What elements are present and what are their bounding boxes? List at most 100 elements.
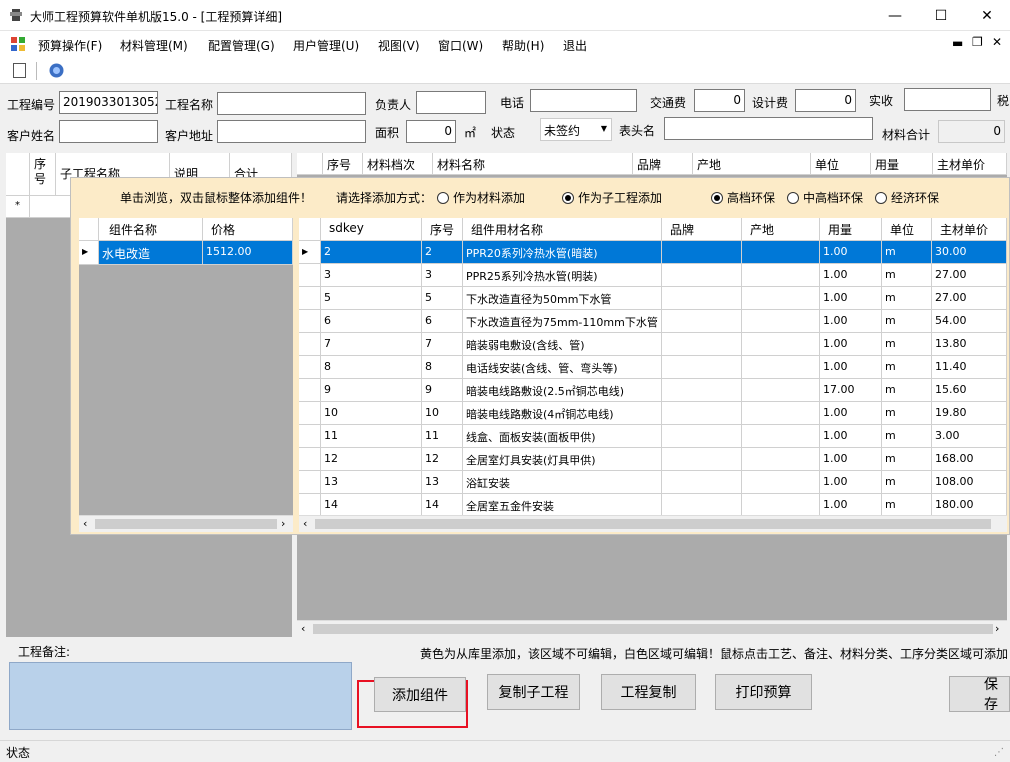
col-header-unit[interactable]: 单位	[882, 218, 932, 241]
material-row[interactable]: 11 11 线盒、面板安装(面板甲供) 1.00 m 3.00	[299, 425, 1007, 448]
material-grid-hscrollbar[interactable]: ‹ ›	[297, 620, 1007, 637]
cell-no: 14	[422, 494, 463, 517]
scroll-thumb[interactable]	[315, 519, 991, 529]
customer-name-field[interactable]	[59, 120, 158, 143]
material-row[interactable]: 8 8 电话线安装(含线、管、弯头等) 1.00 m 11.40	[299, 356, 1007, 379]
customer-addr-field[interactable]	[217, 120, 366, 143]
component-row[interactable]: 水电改造 1512.00	[99, 241, 293, 265]
traffic-field[interactable]: 0	[694, 89, 745, 112]
copy-subproject-button[interactable]: 复制子工程	[487, 674, 580, 710]
copy-project-button[interactable]: 工程复制	[601, 674, 696, 710]
col-header-brand[interactable]: 品牌	[633, 153, 693, 175]
maximize-button[interactable]: ☐	[918, 0, 964, 31]
area-field[interactable]: 0	[406, 120, 456, 143]
phone-field[interactable]	[530, 89, 637, 112]
status-select[interactable]: 未签约 ▼	[540, 118, 612, 141]
material-row[interactable]: 14 14 全居室五金件安装 1.00 m 180.00	[299, 494, 1007, 517]
material-row[interactable]: 10 10 暗装电线路敷设(4㎡铜芯电线) 1.00 m 19.80	[299, 402, 1007, 425]
material-row[interactable]: ▶ 2 2 PPR20系列冷热水管(暗装) 1.00 m 30.00	[299, 241, 1007, 264]
material-row[interactable]: 9 9 暗装电线路敷设(2.5㎡铜芯电线) 17.00 m 15.60	[299, 379, 1007, 402]
material-row[interactable]: 12 12 全居室灯具安装(灯具甲供) 1.00 m 168.00	[299, 448, 1007, 471]
resize-grip-icon[interactable]: ⋰	[994, 747, 1004, 758]
cm-grid-hscrollbar[interactable]: ‹	[299, 515, 1007, 532]
cell-origin	[742, 264, 820, 287]
col-header-qty[interactable]: 用量	[871, 153, 933, 175]
scroll-left-icon[interactable]: ‹	[303, 517, 307, 530]
cell-price: 3.00	[932, 425, 1007, 448]
component-material-grid[interactable]: sdkey 序号 组件用材名称 品牌 产地 用量 单位 主材单价 ▶ 2 2 PPR2…	[299, 218, 1007, 532]
col-header-no[interactable]: 序号	[30, 153, 56, 196]
refresh-icon[interactable]	[48, 62, 65, 79]
col-header-qty[interactable]: 用量	[820, 218, 882, 241]
menu-help[interactable]: 帮助(H)	[502, 37, 544, 54]
owner-field[interactable]	[416, 91, 486, 114]
material-row[interactable]: 6 6 下水改造直径为75mm-110mm下水管 1.00 m 54.00	[299, 310, 1007, 333]
cell-sdkey: 3	[321, 264, 422, 287]
new-file-icon[interactable]	[13, 63, 26, 78]
menu-exit[interactable]: 退出	[563, 37, 587, 54]
material-row[interactable]: 13 13 浴缸安装 1.00 m 108.00	[299, 471, 1007, 494]
col-header-component-name[interactable]: 组件名称	[99, 218, 203, 241]
row-header	[299, 333, 321, 356]
scroll-thumb[interactable]	[313, 624, 993, 634]
cell-origin	[742, 471, 820, 494]
menu-budget-ops[interactable]: 预算操作(F)	[38, 37, 102, 54]
close-button[interactable]: ✕	[964, 0, 1010, 31]
scroll-right-icon[interactable]: ›	[281, 517, 285, 530]
col-header-no[interactable]: 序号	[323, 153, 363, 175]
save-button[interactable]: 保存	[949, 676, 1010, 712]
option-grade-mid[interactable]: 中高档环保	[787, 189, 863, 206]
notes-textarea[interactable]	[9, 662, 352, 730]
menu-view[interactable]: 视图(V)	[378, 37, 420, 54]
mdi-close-icon[interactable]: ✕	[992, 35, 1002, 49]
col-header-origin[interactable]: 产地	[742, 218, 820, 241]
header-name-field[interactable]	[664, 117, 873, 140]
component-list[interactable]: 组件名称 价格 ▶ 水电改造 1512.00 ‹ ›	[79, 218, 293, 532]
scroll-left-icon[interactable]: ‹	[301, 622, 305, 635]
col-header-price[interactable]: 主材单价	[932, 218, 1007, 241]
col-header-component-price[interactable]: 价格	[203, 218, 293, 241]
row-header	[299, 425, 321, 448]
menu-material-mgmt[interactable]: 材料管理(M)	[120, 37, 188, 54]
menu-window[interactable]: 窗口(W)	[438, 37, 483, 54]
add-component-button[interactable]: 添加组件	[374, 677, 466, 712]
scroll-left-icon[interactable]: ‹	[83, 517, 87, 530]
material-row[interactable]: 3 3 PPR25系列冷热水管(明装) 1.00 m 27.00	[299, 264, 1007, 287]
project-no-label: 工程编号	[7, 98, 56, 112]
mdi-restore-icon[interactable]: ❐	[972, 35, 983, 49]
col-header-component-material[interactable]: 组件用材名称	[463, 218, 662, 241]
mdi-minimize-icon[interactable]: ▬	[952, 36, 963, 50]
print-budget-button[interactable]: 打印预算	[715, 674, 812, 710]
col-header-sdkey[interactable]: sdkey	[321, 218, 422, 241]
col-header-material-name[interactable]: 材料名称	[433, 153, 633, 175]
option-as-material[interactable]: 作为材料添加	[437, 189, 525, 206]
component-list-hscrollbar[interactable]: ‹ ›	[79, 515, 293, 532]
minimize-button[interactable]: —	[872, 0, 918, 31]
col-header-price[interactable]: 主材单价	[933, 153, 1007, 175]
project-name-field[interactable]	[217, 92, 366, 115]
actual-received-field[interactable]	[904, 88, 991, 111]
scroll-right-icon[interactable]: ›	[995, 622, 999, 635]
design-fee-field[interactable]: 0	[795, 89, 856, 112]
col-header-grade[interactable]: 材料档次	[363, 153, 433, 175]
scroll-thumb[interactable]	[95, 519, 277, 529]
material-row[interactable]: 5 5 下水改造直径为50mm下水管 1.00 m 27.00	[299, 287, 1007, 310]
row-header	[299, 310, 321, 333]
col-header-brand[interactable]: 品牌	[662, 218, 742, 241]
project-no-field[interactable]: 20190330130523	[59, 91, 158, 114]
cell-no: 13	[422, 471, 463, 494]
col-header-origin[interactable]: 产地	[693, 153, 811, 175]
option-grade-eco[interactable]: 经济环保	[875, 189, 939, 206]
menu-user-mgmt[interactable]: 用户管理(U)	[293, 37, 359, 54]
cell-price: 27.00	[932, 287, 1007, 310]
menu-config-mgmt[interactable]: 配置管理(G)	[208, 37, 275, 54]
option-grade-high[interactable]: 高档环保	[711, 189, 775, 206]
cell-no: 10	[422, 402, 463, 425]
cell-sdkey: 13	[321, 471, 422, 494]
material-row[interactable]: 7 7 暗装弱电敷设(含线、管) 1.00 m 13.80	[299, 333, 1007, 356]
col-header-unit[interactable]: 单位	[811, 153, 871, 175]
cell-origin	[742, 402, 820, 425]
option-as-subproject[interactable]: 作为子工程添加	[562, 189, 662, 206]
col-header-no[interactable]: 序号	[422, 218, 463, 241]
cell-origin	[742, 287, 820, 310]
